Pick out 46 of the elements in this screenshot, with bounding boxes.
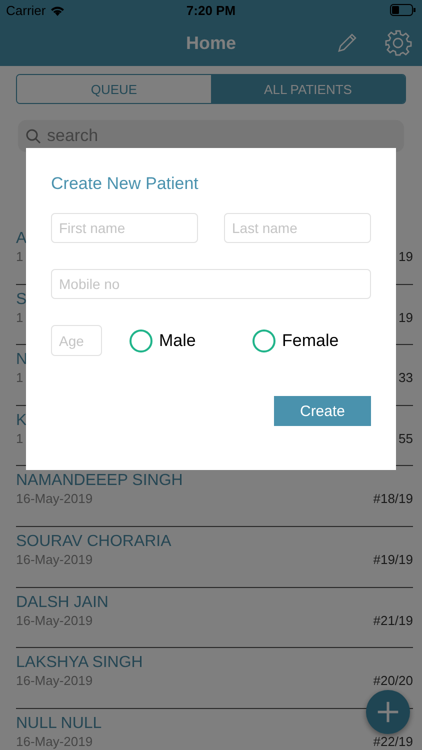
patient-name: K: [16, 410, 27, 431]
gender-radio[interactable]: Female: [252, 328, 339, 352]
battery-icon: [390, 4, 416, 16]
patient-name: S: [16, 290, 27, 310]
first-name-field[interactable]: First name: [51, 213, 198, 243]
carrier-label: Carrier: [6, 2, 46, 18]
add-button[interactable]: [366, 690, 410, 734]
visit-date: 16-May-2019: [16, 612, 93, 628]
wifi-icon: [50, 4, 65, 16]
segment-tab[interactable]: ALL PATIENTS: [211, 75, 405, 103]
visit-date: 16-May-2019: [16, 673, 93, 688]
visit-date: 16-May-2019: [16, 552, 93, 567]
pencil-icon[interactable]: [336, 32, 358, 54]
visit-date: 16-May-2019: [16, 734, 93, 749]
patient-number: 33: [398, 370, 413, 386]
patient-number: #21/19: [373, 612, 413, 628]
last-name-field[interactable]: Last name: [224, 213, 371, 243]
gender-radio[interactable]: Male: [129, 328, 252, 352]
patient-name: A: [16, 229, 27, 249]
plus-icon: [377, 701, 399, 723]
patient-number: #19/19: [373, 552, 413, 567]
settings-icon[interactable]: [384, 29, 412, 57]
age-field[interactable]: Age: [51, 325, 102, 356]
screen-title: Home: [186, 32, 236, 54]
patient-name: DALSH JAIN: [16, 592, 108, 613]
patient-number: 19: [398, 249, 413, 264]
patient-number: #22/19: [373, 734, 413, 749]
patient-name: N: [16, 350, 28, 370]
patient-name: NAMANDEEEP SINGH: [16, 471, 183, 492]
create-button[interactable]: Create: [274, 396, 371, 426]
visit-date: 1: [16, 430, 24, 446]
patient-number: 55: [398, 430, 413, 446]
visit-date: 1: [16, 370, 24, 386]
visit-date: 1: [16, 249, 24, 264]
mobile-field[interactable]: Mobile no: [51, 269, 371, 299]
patient-number: 19: [398, 310, 413, 325]
patient-name: NULL NULL: [16, 714, 102, 734]
search-icon: [26, 128, 41, 144]
visit-date: 16-May-2019: [16, 491, 93, 506]
patient-name: SOURAV CHORARIA: [16, 532, 172, 552]
patient-number: #20/20: [373, 673, 413, 688]
dialog-title: Create New Patient: [51, 174, 200, 194]
patient-number: #18/19: [373, 491, 413, 506]
patient-name: LAKSHYA SINGH: [16, 653, 143, 674]
clock-time: 7:20 PM: [186, 2, 236, 18]
visit-date: 1: [16, 310, 24, 325]
